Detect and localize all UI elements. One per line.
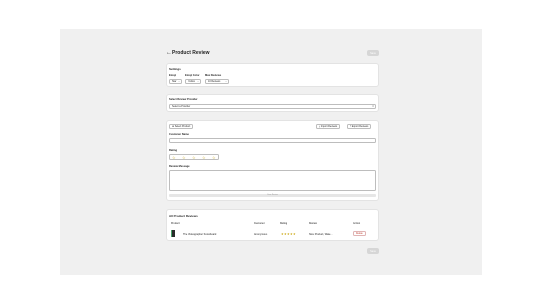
column-header-review: Review — [309, 223, 317, 225]
row-product: The Videographer Snowboard — [183, 233, 217, 236]
emoji-value: Star — [172, 80, 177, 83]
provider-value: Select a Provider — [172, 105, 191, 108]
save-review-button[interactable]: Save Review — [169, 194, 376, 197]
column-header-rating: Rating — [280, 223, 288, 225]
settings-heading: Settings — [169, 67, 181, 71]
max-reviews-label: Max Reviews — [205, 74, 222, 77]
row-rating-stars: ★★★★★ — [281, 232, 296, 236]
review-form-card: ⊕ Select Product ⤓ Import Reviews ⤒ Expo… — [166, 120, 379, 201]
column-header-customer: Customer — [254, 223, 265, 225]
import-reviews-label: Import Reviews — [320, 125, 338, 128]
column-header-product: Product — [171, 223, 180, 225]
page-title: Product Review — [172, 50, 210, 56]
chevron-down-icon: ⌄ — [177, 80, 180, 83]
reviews-heading: All Product Reviews — [169, 214, 198, 218]
delete-button[interactable]: Delete — [353, 231, 366, 236]
star-icon-3[interactable]: ☆ — [192, 155, 196, 160]
rating-input[interactable]: ☆ ☆ ☆ ☆ ☆ — [169, 154, 219, 160]
row-customer: Anonymous — [254, 233, 268, 236]
chevron-down-icon: ⌄ — [196, 80, 199, 83]
select-product-button[interactable]: ⊕ Select Product — [169, 124, 194, 129]
save-button-bottom[interactable]: Save — [367, 248, 379, 254]
export-reviews-button[interactable]: ⤒ Export Reviews — [347, 124, 372, 129]
rating-label: Rating — [169, 149, 178, 152]
emoji-select[interactable]: Star ⌄ — [169, 79, 182, 84]
chevron-updown-icon: ⇕ — [371, 105, 374, 108]
export-reviews-label: Export Reviews — [351, 125, 369, 128]
app-frame: ← Product Review Save Settings Emoji Sta… — [60, 29, 482, 275]
emoji-color-label: Emoji Color — [185, 74, 200, 77]
max-reviews-select[interactable]: 10 Reviews ⌄ — [205, 79, 229, 84]
emoji-label: Emoji — [169, 74, 177, 77]
star-icon-4[interactable]: ☆ — [202, 155, 206, 160]
reviews-table-card: All Product Reviews Product Customer Rat… — [166, 209, 379, 241]
product-thumbnail — [171, 230, 175, 237]
provider-card: Select Review Provider Select a Provider… — [166, 94, 379, 112]
review-message-label: Review Message — [169, 165, 190, 168]
max-reviews-value: 10 Reviews — [208, 80, 221, 83]
provider-label: Select Review Provider — [169, 98, 198, 101]
save-button-top[interactable]: Save — [367, 50, 379, 56]
chevron-down-icon: ⌄ — [224, 80, 227, 83]
emoji-color-select[interactable]: Yellow ⌄ — [185, 79, 201, 84]
select-product-label: Select Product — [174, 125, 191, 128]
customer-name-input[interactable] — [169, 138, 376, 143]
emoji-color-value: Yellow — [188, 80, 195, 83]
star-icon-2[interactable]: ☆ — [182, 155, 186, 160]
star-icon-1[interactable]: ☆ — [172, 155, 176, 160]
review-message-textarea[interactable] — [169, 170, 376, 191]
settings-card: Settings Emoji Star ⌄ Emoji Color Yellow ⌄… — [166, 63, 379, 87]
row-review: Nice Product, Wate... — [309, 233, 333, 236]
page-header: ← Product Review Save — [166, 49, 379, 59]
column-header-action: Action — [353, 223, 361, 225]
import-reviews-button[interactable]: ⤓ Import Reviews — [316, 124, 341, 129]
provider-select[interactable]: Select a Provider ⇕ — [169, 104, 376, 109]
customer-name-label: Customer Name — [169, 133, 189, 136]
star-icon-5[interactable]: ☆ — [212, 155, 216, 160]
